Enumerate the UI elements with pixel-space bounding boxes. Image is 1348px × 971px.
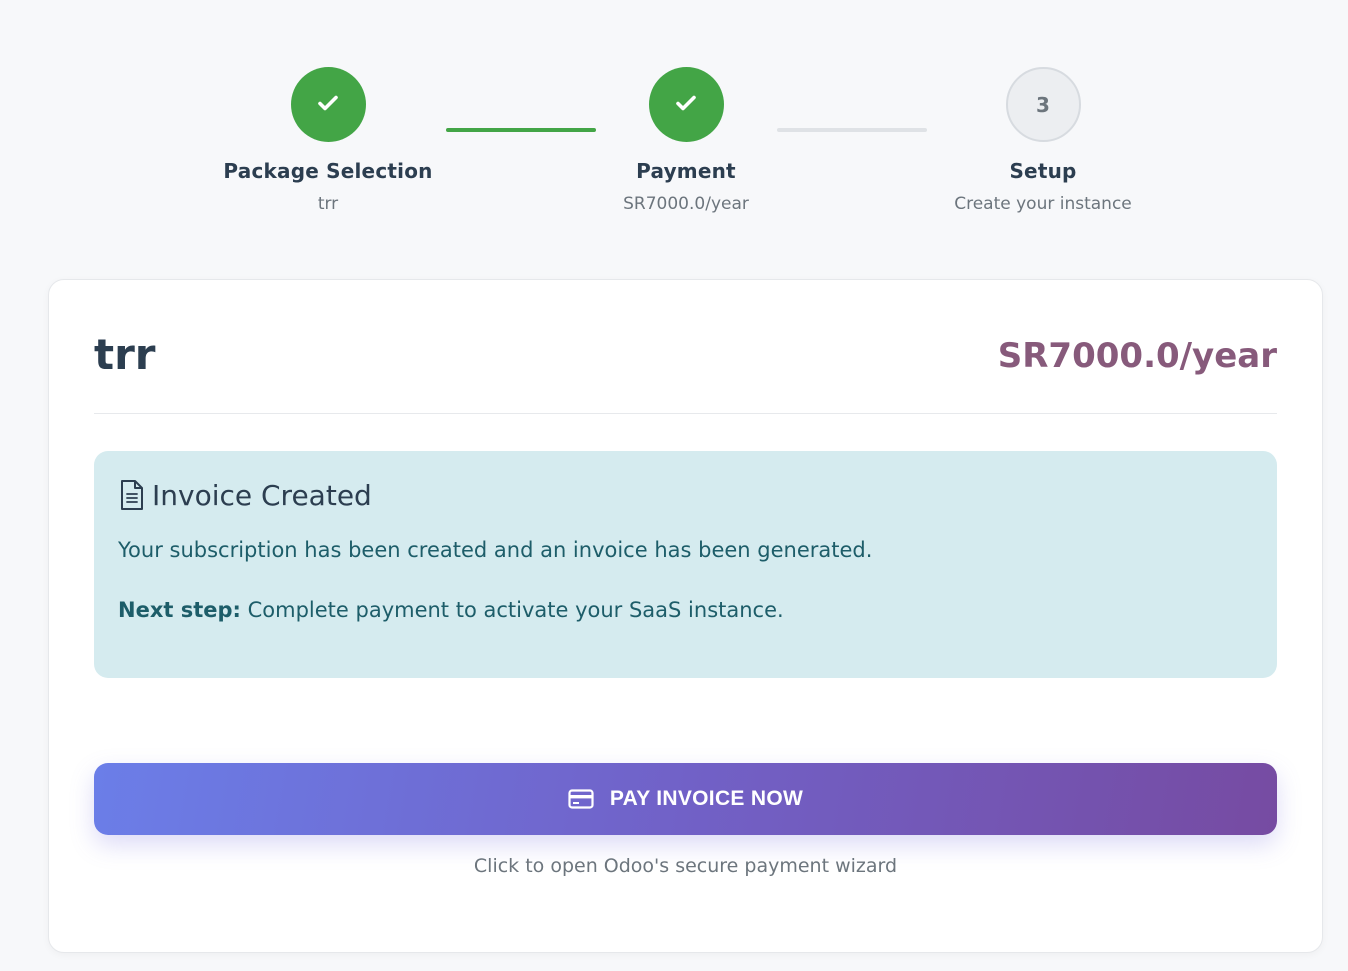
- check-icon: [674, 91, 698, 119]
- pay-button-label: PAY INVOICE NOW: [609, 787, 804, 810]
- step-done-badge: [648, 67, 724, 142]
- step-subtitle: SR7000.0/year: [623, 194, 749, 214]
- invoice-card: trr SR7000.0/year Invoice Created Your s…: [48, 279, 1323, 953]
- step-title: Setup: [1009, 159, 1077, 183]
- package-name: trr: [94, 330, 156, 379]
- progress-stepper: Package Selection trr Payment SR7000.0/y…: [0, 0, 1348, 270]
- step-package-selection: Package Selection trr: [198, 67, 458, 214]
- next-step-label: Next step:: [118, 598, 241, 622]
- check-icon: [316, 91, 340, 119]
- step-setup: 3 Setup Create your instance: [913, 67, 1173, 214]
- alert-next-step: Next step: Complete payment to activate …: [118, 595, 1253, 625]
- step-connector-pending: [777, 128, 927, 132]
- package-price: SR7000.0/year: [997, 336, 1277, 376]
- invoice-created-alert: Invoice Created Your subscription has be…: [94, 451, 1277, 678]
- alert-message: Your subscription has been created and a…: [118, 538, 873, 562]
- document-icon: [118, 479, 146, 511]
- step-subtitle: Create your instance: [954, 194, 1132, 214]
- alert-title: Invoice Created: [152, 478, 372, 512]
- step-done-badge: [290, 67, 366, 142]
- pay-invoice-button[interactable]: PAY INVOICE NOW: [94, 763, 1277, 835]
- step-title: Payment: [636, 159, 736, 183]
- step-subtitle: trr: [317, 194, 339, 214]
- step-payment: Payment SR7000.0/year: [556, 67, 816, 214]
- step-title: Package Selection: [223, 159, 433, 183]
- alert-heading: Invoice Created: [118, 477, 1253, 513]
- next-step-text: Complete payment to activate your SaaS i…: [240, 598, 784, 622]
- step-number-badge: 3: [1005, 67, 1081, 142]
- package-header: trr SR7000.0/year: [94, 320, 1277, 414]
- payment-hint: Click to open Odoo's secure payment wiza…: [473, 855, 898, 877]
- credit-card-icon: [568, 789, 594, 809]
